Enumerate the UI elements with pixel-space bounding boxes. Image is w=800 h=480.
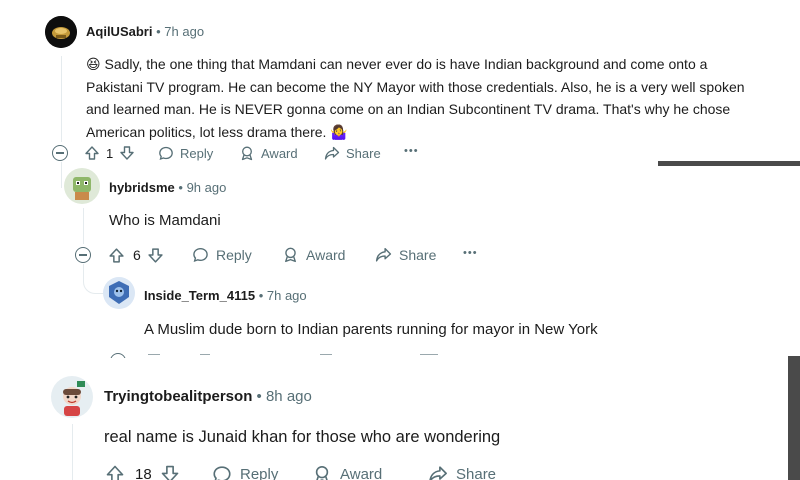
actions-row: 18 Reply Award Share [100,464,520,480]
meta-separator: • [156,24,161,39]
share-button[interactable]: Share [375,246,436,263]
meta-separator: • [256,388,262,405]
comment-body: 😆 Sadly, the one thing that Mamdani can … [86,53,766,143]
comment-username[interactable]: Tryingtobealitperson [104,388,252,405]
thread-line [83,208,84,244]
more-options-button[interactable]: ••• [463,247,478,259]
thread-connector [83,264,103,294]
share-icon [324,146,340,160]
collapse-button[interactable] [75,247,91,263]
meta-separator: • [178,180,183,195]
vote-controls: 6 [108,246,164,264]
comment-text: real name is Junaid khan for those who a… [104,428,501,446]
upvote-icon [85,146,99,160]
reply-button[interactable]: Reply [192,246,252,263]
share-button[interactable]: Share [428,464,496,480]
laughing-emoji: 😆 [86,56,101,72]
collapse-icon [56,152,64,154]
comment-username[interactable]: hybridsme [109,180,175,195]
award-button[interactable]: Award [282,246,345,263]
vote-controls: 1 [84,144,135,162]
collapse-icon [79,254,87,256]
vote-count: 6 [133,247,141,263]
comment-timestamp[interactable]: 7h ago [267,288,307,303]
comment-username[interactable]: AqilUSabri [86,24,152,39]
reply-label: Reply [180,145,214,161]
thread-line [72,424,73,480]
avatar-aqilusabri[interactable] [45,16,77,48]
comment-text: Sadly, the one thing that Mamdani can ne… [86,56,745,140]
vote-count: 1 [106,145,114,161]
upvote-icon [106,465,124,480]
award-label: Award [340,465,383,480]
scroll-indicator-lower [788,356,800,480]
share-icon [429,466,447,480]
upvote-icon [109,247,124,263]
downvote-icon [161,465,178,480]
reply-icon [159,146,173,161]
share-label: Share [346,145,381,161]
reply-label: Reply [240,465,279,480]
vote-controls: 18 [105,464,180,480]
award-icon [241,146,253,161]
share-button[interactable]: Share [324,145,381,161]
downvote-icon [120,146,134,160]
upvote-button[interactable] [105,464,125,480]
meta-separator: • [258,288,264,303]
more-options-button[interactable]: ••• [404,145,419,157]
award-button[interactable]: Award [239,145,298,161]
share-icon [375,247,392,262]
scroll-indicator [658,161,800,166]
downvote-icon [148,247,163,263]
avatar-inside-term[interactable] [103,277,135,309]
reply-label: Reply [216,246,252,263]
upvote-button[interactable] [108,247,125,264]
clipped-actions-row [100,352,480,358]
reply-icon [213,466,231,480]
avatar-tryingtobealitperson[interactable] [51,376,93,418]
thread-line [61,56,62,142]
avatar-hybridsme[interactable] [64,168,100,204]
award-button[interactable]: Award [312,464,382,480]
comment-timestamp[interactable]: 8h ago [266,388,312,405]
vote-count: 18 [135,465,152,480]
award-icon [315,465,329,480]
award-label: Award [306,246,346,263]
award-label: Award [261,145,298,161]
comment-username[interactable]: Inside_Term_4115 [144,288,255,303]
share-label: Share [456,465,497,480]
shrug-emoji: 🤷‍♀️ [330,123,348,140]
thread-connector [61,162,62,188]
upvote-button[interactable] [84,145,100,161]
award-icon [285,247,296,263]
share-label: Share [399,246,437,263]
comment-text: Who is Mamdani [109,212,221,229]
reply-button[interactable]: Reply [212,464,278,480]
reply-button[interactable]: Reply [158,145,213,161]
reply-icon [193,247,208,262]
downvote-button[interactable] [160,464,180,480]
collapse-button[interactable] [52,145,68,161]
downvote-button[interactable] [119,145,135,161]
comment-timestamp[interactable]: 9h ago [187,180,227,195]
downvote-button[interactable] [147,247,164,264]
comment-timestamp[interactable]: 7h ago [164,24,204,39]
comment-text: A Muslim dude born to Indian parents run… [144,321,598,338]
